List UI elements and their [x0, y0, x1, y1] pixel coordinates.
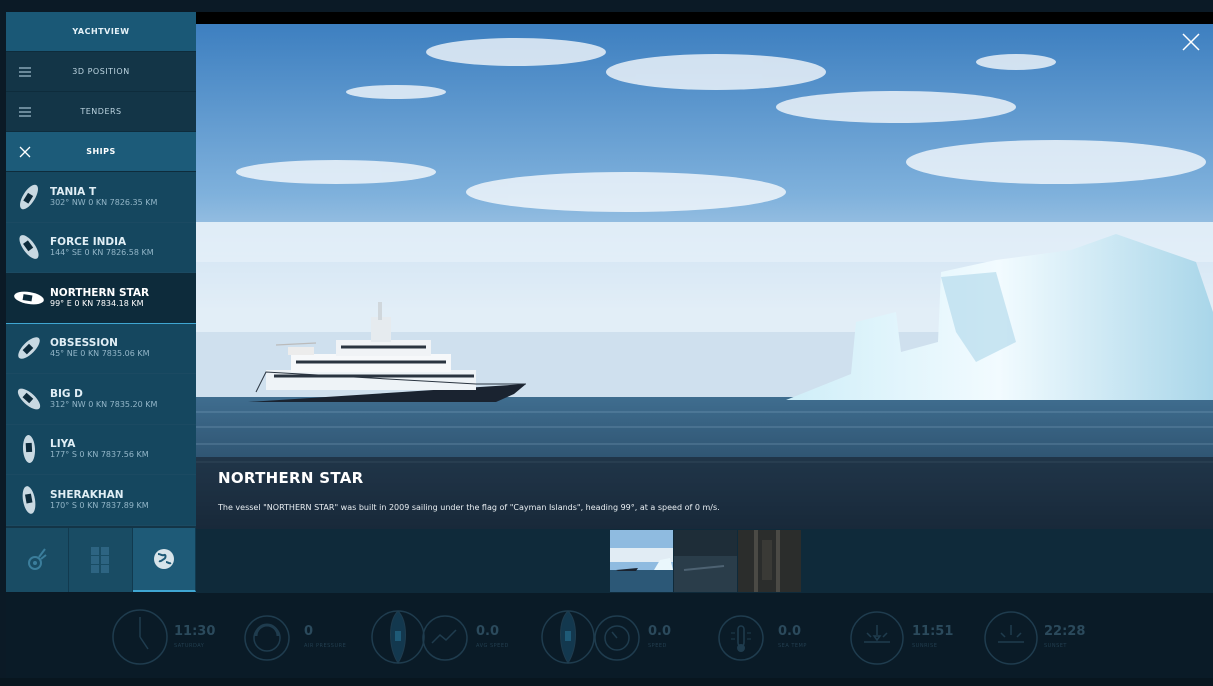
ship-name: LIYA — [50, 438, 76, 451]
ship-info: 170° S 0 KN 7837.89 KM — [50, 500, 149, 510]
speedometer-icon — [594, 615, 640, 661]
sea-temp-value: 0.0 — [778, 624, 802, 639]
speed-label: SPEED — [648, 643, 667, 649]
menu-item-label: TENDERS — [80, 107, 122, 116]
photo-viewer: NORTHERN STAR The vessel "NORTHERN STAR"… — [196, 12, 1213, 529]
air-pressure-value: 0 — [304, 624, 314, 639]
speed-value: 0.0 — [648, 624, 672, 639]
ship-item-force-india[interactable]: FORCE INDIA 144° SE 0 KN 7826.58 KM — [6, 222, 196, 273]
avg-speed-value: 0.0 — [476, 624, 500, 639]
boat-compass-icon — [371, 610, 425, 664]
yacht-photo — [196, 12, 1213, 529]
dashboard: 11:30 SATURDAY 0 AIR PRESSURE 0.0 AVG SP… — [6, 593, 1213, 686]
mode-button-tools[interactable] — [6, 528, 70, 592]
ship-icon — [20, 184, 38, 210]
ship-info: 144° SE 0 KN 7826.58 KM — [50, 248, 154, 258]
sunset-label: SUNSET — [1044, 643, 1067, 649]
globe-icon — [153, 549, 174, 569]
time-label: SATURDAY — [174, 643, 205, 649]
avg-speed-label: AVG SPEED — [476, 643, 509, 649]
thermometer-icon — [718, 615, 764, 661]
trend-chart-icon — [422, 615, 468, 661]
sidebar: YACHTVIEW 3D POSITION TENDERS SHIPS TANI… — [6, 12, 196, 592]
ship-icon — [17, 388, 41, 410]
menu-item-label: 3D POSITION — [72, 67, 130, 76]
ship-info: 99° E 0 KN 7834.18 KM — [50, 298, 144, 308]
ship-name: BIG D — [50, 387, 83, 400]
menu-item-3d-position[interactable]: 3D POSITION — [6, 52, 196, 92]
ship-name: NORTHERN STAR — [50, 286, 150, 299]
mode-button-globe[interactable] — [132, 528, 196, 592]
ship-item-sherakhan[interactable]: SHERAKHAN 170° S 0 KN 7837.89 KM — [6, 475, 196, 526]
ship-icon — [22, 435, 36, 464]
ship-icon — [18, 337, 40, 360]
sunrise-icon — [850, 611, 904, 665]
ship-item-northern-star[interactable]: NORTHERN STAR 99° E 0 KN 7834.18 KM — [6, 273, 196, 324]
ship-item-obsession[interactable]: OBSESSION 45° NE 0 KN 7835.06 KM — [6, 323, 196, 374]
menu-item-tenders[interactable]: TENDERS — [6, 92, 196, 132]
clock-icon — [112, 609, 168, 665]
ship-info: 45° NE 0 KN 7835.06 KM — [50, 349, 150, 359]
grid-icon — [91, 547, 110, 573]
sunset-icon — [984, 611, 1038, 665]
ship-item-big-d[interactable]: BIG D 312° NW 0 KN 7835.20 KM — [6, 374, 196, 425]
sunrise-label: SUNRISE — [912, 643, 938, 649]
menu-item-ships[interactable]: SHIPS — [6, 132, 196, 172]
thumbnail-strip — [196, 529, 1213, 593]
ship-icon — [14, 291, 44, 305]
mode-button-grid[interactable] — [69, 528, 133, 592]
time-value: 11:30 — [174, 624, 216, 639]
ship-list: TANIA T 302° NW 0 KN 7826.35 KM FORCE IND… — [6, 172, 196, 526]
boat-compass-icon — [541, 610, 595, 664]
app-title-label: YACHTVIEW — [72, 27, 130, 36]
photo-title: NORTHERN STAR — [218, 469, 364, 487]
ship-info: 177° S 0 KN 7837.56 KM — [50, 450, 149, 460]
sea-temp-label: SEA TEMP — [778, 643, 807, 649]
ship-name: TANIA T — [50, 185, 97, 198]
sunrise-value: 11:51 — [912, 624, 954, 639]
photo-caption: NORTHERN STAR The vessel "NORTHERN STAR"… — [196, 457, 1213, 529]
ship-name: FORCE INDIA — [50, 236, 127, 249]
ship-name: SHERAKHAN — [50, 488, 124, 501]
sunset-value: 22:28 — [1044, 624, 1086, 639]
mode-bar — [6, 528, 196, 592]
bottom-border — [0, 678, 1213, 686]
close-icon[interactable] — [1179, 30, 1203, 54]
thumbnail-1[interactable] — [610, 530, 673, 592]
photo-description: The vessel "NORTHERN STAR" was built in … — [218, 503, 720, 512]
ship-info: 312° NW 0 KN 7835.20 KM — [50, 399, 158, 409]
menu-item-label: SHIPS — [86, 147, 116, 156]
thumbnail-3[interactable] — [738, 530, 801, 592]
ship-icon — [19, 235, 39, 260]
app-title: YACHTVIEW — [6, 12, 196, 52]
pressure-gauge-icon — [244, 615, 290, 661]
ship-name: OBSESSION — [50, 337, 118, 350]
ship-icon — [22, 485, 36, 514]
air-pressure-label: AIR PRESSURE — [304, 643, 347, 649]
thumbnail-2[interactable] — [674, 530, 737, 592]
ship-info: 302° NW 0 KN 7826.35 KM — [50, 197, 158, 207]
tools-icon — [28, 548, 47, 570]
ship-item-tania-t[interactable]: TANIA T 302° NW 0 KN 7826.35 KM — [6, 172, 196, 223]
ship-item-liya[interactable]: LIYA 177° S 0 KN 7837.56 KM — [6, 424, 196, 475]
